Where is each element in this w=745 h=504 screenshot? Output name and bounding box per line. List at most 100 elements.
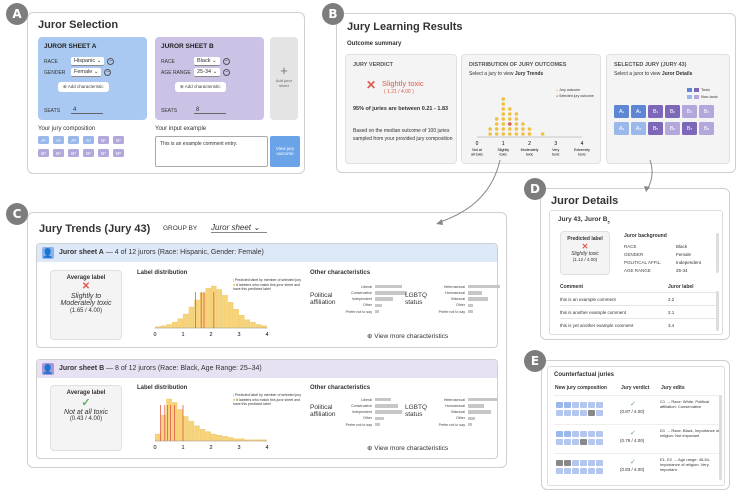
- juror-chip: [580, 439, 587, 445]
- remove-icon[interactable]: –: [104, 69, 112, 76]
- tick-category-label: all toxic: [471, 153, 483, 157]
- comment-row[interactable]: this is an example comment 2.2: [560, 292, 716, 305]
- jury-outcome-dot: [514, 127, 519, 131]
- jury-outcome-dot: [501, 102, 506, 106]
- histogram-bar: [188, 306, 195, 329]
- juror-chip[interactable]: B2: [665, 105, 680, 118]
- histogram-bar: [222, 295, 228, 329]
- juror-chip[interactable]: B1: [648, 105, 663, 118]
- jury-outcome-dotplot[interactable]: 0Not atall toxic1Slightlytoxic2Moderatel…: [462, 55, 602, 165]
- juror-chip[interactable]: B7: [682, 122, 697, 135]
- juror-chip[interactable]: A3: [68, 136, 79, 144]
- histogram-bar: [183, 313, 189, 329]
- jury-outcome-dot: [508, 112, 512, 116]
- juror-chip[interactable]: A3: [614, 122, 629, 135]
- remove-icon[interactable]: –: [223, 69, 231, 76]
- juror-chip[interactable]: B5: [648, 122, 663, 135]
- jury-outcome-dot: [521, 132, 525, 136]
- characteristic-label: Prefer not to say: [345, 309, 372, 314]
- age-select[interactable]: 25-34 ⌄: [194, 68, 221, 77]
- jury-outcome-dot: [514, 117, 519, 121]
- jury-outcome-dot: [501, 117, 506, 121]
- jury-outcome-dot: [514, 112, 519, 116]
- tick-label: 2: [209, 332, 212, 338]
- jury-results-panel: Jury Learning Results Outcome summary JU…: [336, 13, 736, 173]
- jury-outcome-dot: [494, 117, 499, 121]
- juror-chip[interactable]: B7: [98, 149, 109, 157]
- tick-label: 3: [237, 445, 240, 451]
- scrollbar[interactable]: [716, 233, 719, 273]
- juror-chip[interactable]: A2: [631, 105, 646, 118]
- label-distribution-chart-b: 0 1 2 3 4: [153, 398, 269, 451]
- verdict-note: Based on the median outcome of 100 jurie…: [353, 128, 453, 142]
- example-input[interactable]: This is an example comment entry.: [155, 136, 268, 167]
- juror-chip[interactable]: A4: [631, 122, 646, 135]
- race-select[interactable]: Black ⌄: [194, 57, 220, 66]
- juror-chip[interactable]: B2: [113, 136, 124, 144]
- view-more-button[interactable]: ⊕ View more characteristics: [367, 444, 448, 452]
- juror-chip[interactable]: B8: [113, 149, 124, 157]
- juror-chip[interactable]: B6: [665, 122, 680, 135]
- characteristic-label: Liberal: [361, 397, 372, 402]
- seats-input[interactable]: 8: [194, 107, 226, 114]
- histogram-bar: [255, 324, 262, 329]
- tick-label: 2: [528, 141, 531, 147]
- characteristic-bar: [468, 416, 475, 421]
- juror-chip[interactable]: A2: [53, 136, 64, 144]
- juror-chip[interactable]: B5: [68, 149, 79, 157]
- juror-chip[interactable]: B3: [38, 149, 49, 157]
- juror-chip[interactable]: B4: [699, 105, 714, 118]
- remove-icon[interactable]: –: [222, 58, 230, 65]
- juror-chip: [596, 439, 603, 445]
- juror-chip: [588, 410, 595, 416]
- characteristic-label: Conservative: [351, 403, 372, 408]
- comment-row[interactable]: this is yet another example comment 3.4: [560, 318, 716, 331]
- juror-chip[interactable]: A1: [614, 105, 629, 118]
- juror-chip[interactable]: B3: [682, 105, 697, 118]
- scrollbar[interactable]: [719, 395, 722, 480]
- verdict-score: (0.87 / 4.00): [620, 409, 645, 414]
- jury-outcome-dot: [514, 132, 519, 136]
- add-juror-sheet-button[interactable]: + Add juror sheet: [270, 37, 298, 120]
- seats-input[interactable]: 4: [71, 107, 103, 114]
- histogram-bar: [227, 302, 234, 329]
- tick-category-label: toxic: [578, 153, 586, 157]
- tick-label: 1: [502, 141, 505, 147]
- juror-chip[interactable]: B8: [699, 122, 714, 135]
- characteristic-bar: [468, 422, 472, 427]
- juror-chip: [564, 410, 571, 416]
- view-jury-outcome-button[interactable]: View jury outcome: [270, 136, 300, 167]
- view-more-button[interactable]: ⊕ View more characteristics: [367, 332, 448, 340]
- juror-details-title: Juror Details: [551, 195, 619, 207]
- counterfactual-row[interactable]: ✓ (0.79 / 4.00) D1 → Race: Black, Importan…: [554, 424, 722, 453]
- legend-nontoxic: Non-toxic: [687, 94, 718, 99]
- histogram-bar: [239, 438, 245, 442]
- remove-icon[interactable]: –: [107, 58, 115, 65]
- juror-chip[interactable]: B1: [98, 136, 109, 144]
- group-by-select[interactable]: Juror sheet ⌄: [211, 223, 267, 233]
- jury-outcome-dot: [501, 107, 506, 111]
- counterfactual-row[interactable]: ✓ (0.87 / 4.00) C1 → Race: White, Politica…: [554, 395, 722, 424]
- characteristic-label: Conservative: [351, 290, 372, 295]
- histogram-bar: [199, 429, 206, 442]
- gender-select[interactable]: Female ⌄: [71, 68, 102, 77]
- juror-chip[interactable]: B4: [53, 149, 64, 157]
- scrollbar[interactable]: [716, 291, 719, 331]
- characteristic-bar: [375, 416, 384, 421]
- comment-row[interactable]: this is another example comment 2.1: [560, 305, 716, 318]
- characteristic-bar: [468, 309, 473, 314]
- juror-chip[interactable]: B6: [83, 149, 94, 157]
- characteristic-bar: [375, 297, 393, 301]
- add-characteristic-button[interactable]: ⊕ Add characteristic: [58, 82, 109, 92]
- race-select[interactable]: Hispanic ⌄: [71, 57, 105, 66]
- juror-chip[interactable]: A4: [83, 136, 94, 144]
- add-characteristic-button[interactable]: ⊕ Add characteristic: [175, 82, 226, 92]
- label-distribution-chart-a: 0 1 2 3 4: [153, 285, 269, 338]
- characteristic-label: Other: [363, 416, 372, 421]
- counterfactual-row[interactable]: ✓ (0.83 / 4.00) E1, E2 → Age range: 45-54,…: [554, 453, 722, 482]
- histogram-bar: [177, 409, 183, 442]
- juror-chip: [588, 468, 595, 474]
- trend-card-sheet-a: 👤 Juror sheet A — 4 of 12 jurors (Race: …: [36, 243, 500, 348]
- juror-chip[interactable]: A1: [38, 136, 49, 144]
- histogram-bar: [188, 421, 195, 442]
